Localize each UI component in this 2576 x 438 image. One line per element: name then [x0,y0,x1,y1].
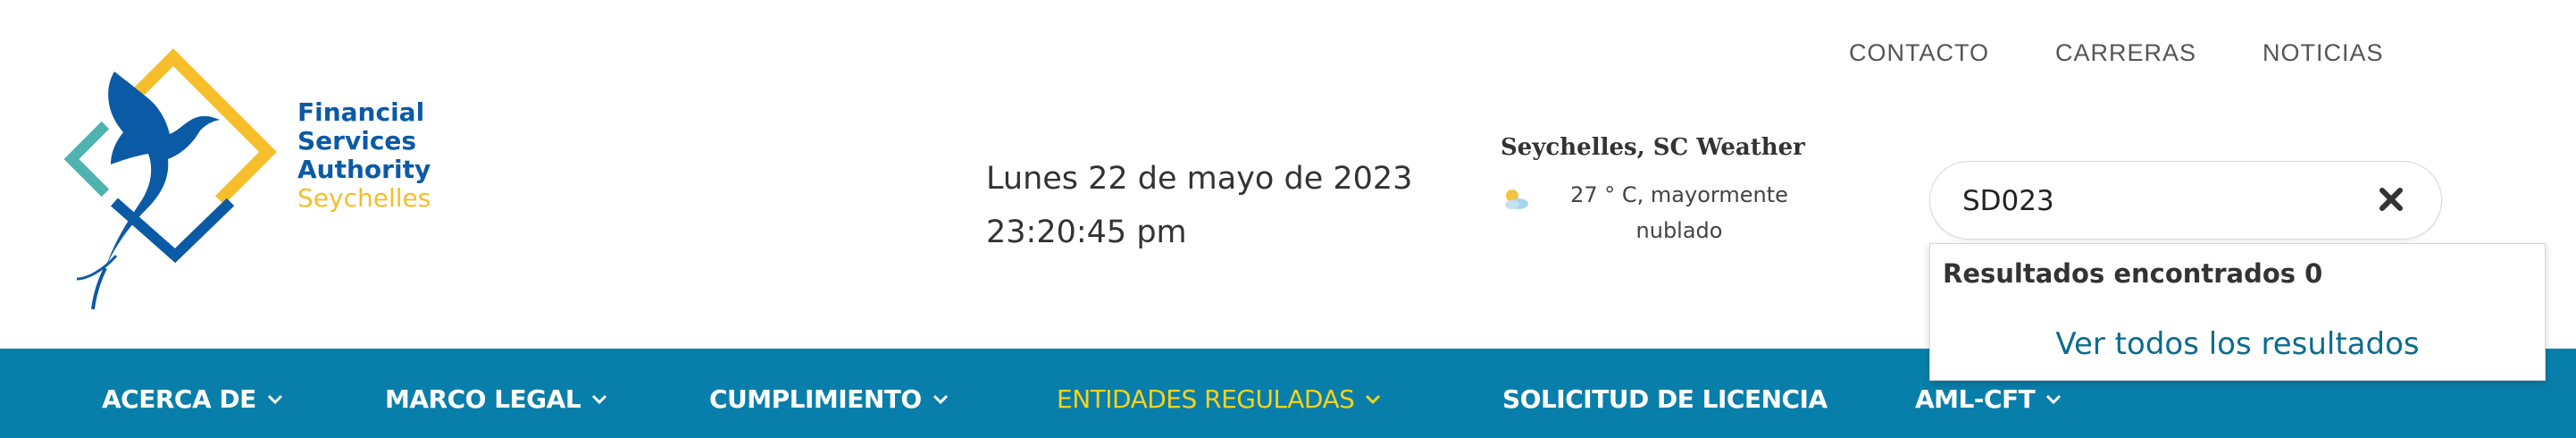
nav-item-entidades-reguladas[interactable]: ENTIDADES REGULADAS [1057,384,1381,414]
weather-line-1: 27 ° C, mayormente [1570,182,1788,207]
logo-wordmark: Financial Services Authority Seychelles [297,98,431,213]
view-all-results-link[interactable]: Ver todos los resultados [1930,326,2545,362]
top-nav: CONTACTO CARRERAS NOTICIAS [1849,39,2384,67]
current-time: 23:20:45 pm [986,215,1187,250]
search-box [1929,161,2442,240]
close-icon[interactable] [2371,180,2411,219]
logo-line-3: Authority [297,155,431,184]
logo-line-1: Financial [297,97,425,127]
top-nav-noticias[interactable]: NOTICIAS [2262,39,2384,67]
search-input[interactable] [1962,181,2355,221]
weather-widget: Seychelles, SC Weather 27 ° C, mayorment… [1501,134,1822,248]
chevron-down-icon [2046,394,2062,404]
weather-line-2: nublado [1635,218,1723,243]
results-count: Resultados encontrados 0 [1943,258,2323,289]
nav-item-aml-cft[interactable]: AML-CFT [1915,384,2062,414]
weather-body: 27 ° C, mayormente nublado [1501,177,1822,248]
chevron-down-icon [933,394,948,404]
weather-description: 27 ° C, mayormente nublado [1536,177,1822,248]
nav-item-label: SOLICITUD DE LICENCIA [1502,384,1827,414]
logo-line-4: Seychelles [297,183,431,213]
nav-item-label: CUMPLIMIENTO [709,384,922,414]
chevron-down-icon [1366,394,1381,404]
top-nav-carreras[interactable]: CARRERAS [2055,39,2196,67]
nav-item-cumplimiento[interactable]: CUMPLIMIENTO [709,384,949,414]
weather-title: Seychelles, SC Weather [1501,134,1805,161]
nav-item-marco-legal[interactable]: MARCO LEGAL [385,384,607,414]
chevron-down-icon [592,394,607,404]
logo-emblem-icon [63,48,277,310]
partly-cloudy-icon [1505,190,1528,209]
top-nav-contacto[interactable]: CONTACTO [1849,39,1989,67]
nav-item-label: MARCO LEGAL [385,384,581,414]
chevron-down-icon [267,394,282,404]
nav-item-label: AML-CFT [1915,384,2036,414]
nav-item-label: ACERCA DE [102,384,256,414]
search-results-dropdown: Resultados encontrados 0 Ver todos los r… [1929,243,2546,381]
date-time: Lunes 22 de mayo de 2023 23:20:45 pm [986,152,1412,259]
nav-item-solicitud-de-licencia[interactable]: SOLICITUD DE LICENCIA [1502,384,1827,414]
site-logo[interactable]: Financial Services Authority Seychelles [52,45,445,313]
current-date: Lunes 22 de mayo de 2023 [986,161,1413,197]
nav-item-label: ENTIDADES REGULADAS [1057,384,1355,414]
logo-line-2: Services [297,126,417,156]
nav-item-acerca-de[interactable]: ACERCA DE [102,384,283,414]
